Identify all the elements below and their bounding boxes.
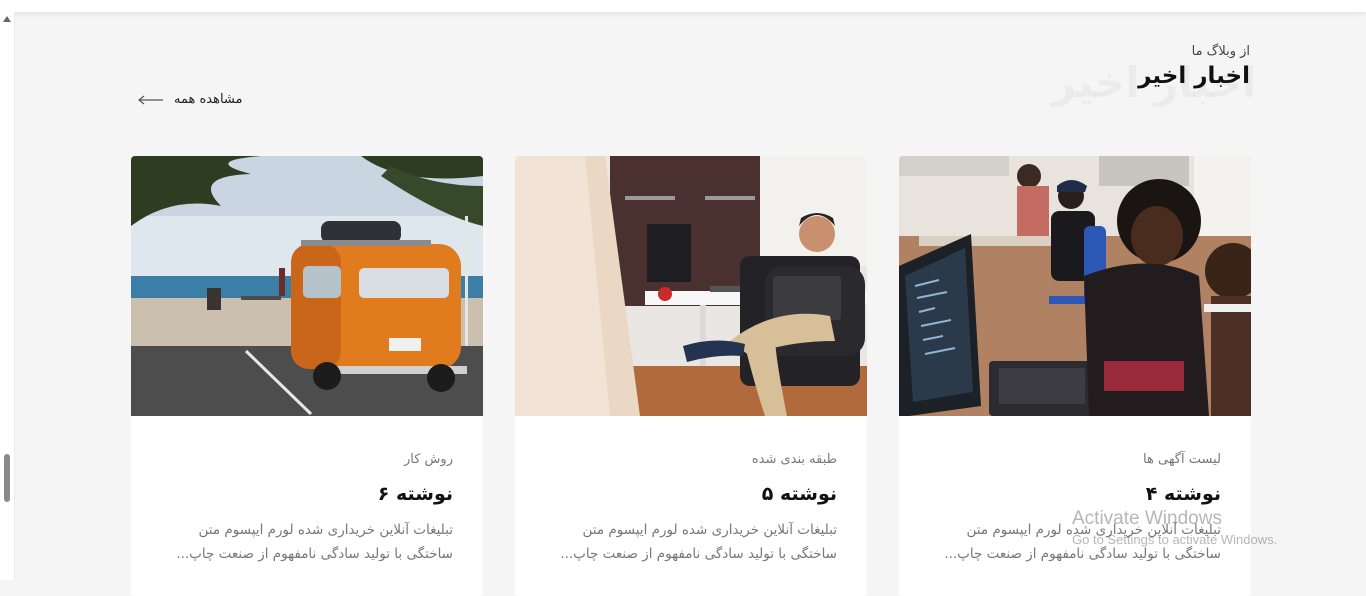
page-scrollbar[interactable] (0, 12, 15, 580)
blog-card-post-5[interactable]: طبقه بندی شده نوشته ۵ تبلیغات آنلاین خری… (515, 156, 867, 596)
card-title[interactable]: نوشته ۶ (161, 483, 453, 505)
orange-van-beach-photo[interactable] (131, 156, 483, 416)
card-category[interactable]: روش کار (161, 452, 453, 467)
card-excerpt: تبلیغات آنلاین خریداری شده لورم ایپسوم م… (944, 522, 1221, 562)
view-all-link[interactable]: مشاهده همه (138, 92, 243, 107)
card-category[interactable]: طبقه بندی شده (545, 452, 837, 467)
blog-section-header: اخبار اخیر از وبلاگ ما اخبار اخیر (1052, 44, 1255, 107)
card-title[interactable]: نوشته ۵ (545, 483, 837, 505)
scrollbar-thumb[interactable] (4, 454, 10, 502)
card-category[interactable]: لیست آگهی ها (929, 452, 1221, 467)
people-coding-laptops-photo[interactable] (899, 156, 1251, 416)
man-with-laptop-office-photo[interactable] (515, 156, 867, 416)
arrow-left-icon (138, 95, 163, 104)
top-header-bar (0, 0, 1366, 12)
section-subtitle: از وبلاگ ما (1191, 44, 1250, 59)
blog-card-post-6[interactable]: روش کار نوشته ۶ تبلیغات آنلاین خریداری ش… (131, 156, 483, 596)
blog-card-post-4[interactable]: لیست آگهی ها نوشته ۴ تبلیغات آنلاین خرید… (899, 156, 1251, 596)
card-excerpt: تبلیغات آنلاین خریداری شده لورم ایپسوم م… (560, 522, 837, 562)
scroll-up-arrow-icon[interactable] (3, 16, 11, 22)
card-excerpt: تبلیغات آنلاین خریداری شده لورم ایپسوم م… (176, 522, 453, 562)
card-title[interactable]: نوشته ۴ (929, 483, 1221, 505)
section-title: اخبار اخیر (1138, 63, 1250, 89)
view-all-label: مشاهده همه (174, 92, 243, 107)
